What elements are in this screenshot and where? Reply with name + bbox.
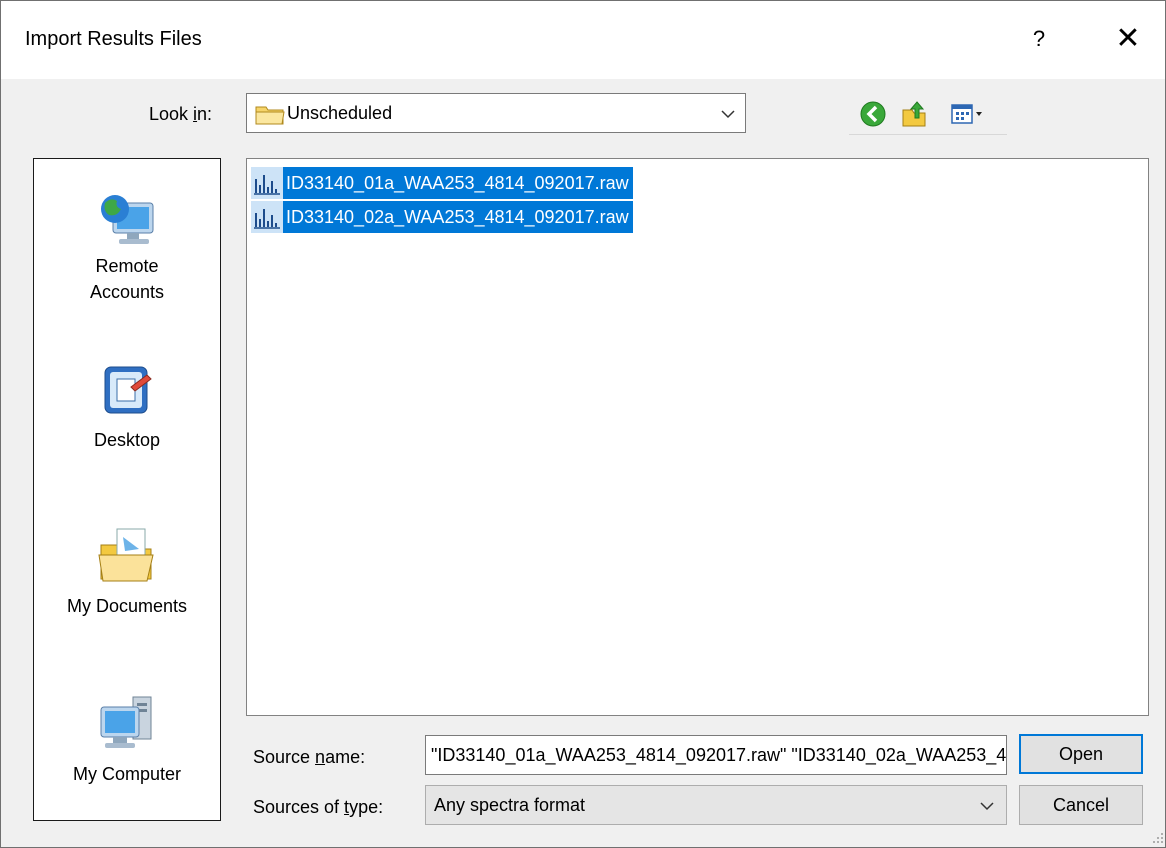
- place-label: My Documents: [66, 596, 188, 616]
- source-name-label: Source name:: [253, 747, 366, 767]
- title-bar: Import Results Files ? ✕: [1, 1, 1165, 79]
- place-remote-accounts[interactable]: Remote Accounts: [34, 183, 220, 313]
- place-label: My Computer: [72, 764, 182, 784]
- look-in-dropdown[interactable]: Unscheduled: [246, 93, 746, 133]
- file-name: ID33140_02a_WAA253_4814_092017.raw: [283, 201, 633, 233]
- chevron-down-icon: [721, 110, 735, 119]
- place-label: Remote Accounts: [89, 256, 165, 302]
- place-desktop[interactable]: Desktop: [34, 357, 220, 457]
- my-documents-icon: [98, 528, 154, 582]
- remote-accounts-icon: [101, 195, 154, 244]
- sources-of-type-value: Any spectra format: [434, 795, 586, 815]
- places-bar: Remote Accounts Desktop My Documents My …: [33, 158, 221, 821]
- place-my-documents[interactable]: My Documents: [34, 523, 220, 623]
- import-results-dialog: Import Results Files ? ✕ Look in: Unsche…: [0, 0, 1166, 848]
- sources-of-type-label: Sources of type:: [253, 797, 384, 817]
- navigation-toolbar: [849, 94, 1007, 135]
- sources-of-type-dropdown[interactable]: Any spectra format: [425, 785, 1007, 825]
- chevron-down-icon: [980, 802, 994, 811]
- folder-icon: [255, 106, 285, 125]
- view-menu-icon[interactable]: [949, 98, 989, 130]
- look-in-value: Unscheduled: [287, 103, 393, 123]
- spectrum-file-icon: [251, 167, 283, 199]
- up-folder-icon[interactable]: [899, 98, 931, 130]
- place-label: Desktop: [93, 430, 161, 450]
- desktop-icon: [104, 366, 152, 414]
- source-name-value: "ID33140_01a_WAA253_4814_092017.raw" "ID…: [431, 745, 1007, 765]
- place-my-computer[interactable]: My Computer: [34, 691, 220, 791]
- back-icon[interactable]: [857, 98, 889, 130]
- source-name-input[interactable]: "ID33140_01a_WAA253_4814_092017.raw" "ID…: [425, 735, 1007, 775]
- cancel-button[interactable]: Cancel: [1019, 785, 1143, 825]
- file-name: ID33140_01a_WAA253_4814_092017.raw: [283, 167, 633, 199]
- resize-grip-icon[interactable]: [1149, 829, 1165, 845]
- look-in-label: Look in:: [149, 104, 213, 124]
- close-button[interactable]: ✕: [1106, 19, 1150, 59]
- open-button[interactable]: Open: [1019, 734, 1143, 774]
- spectrum-file-icon: [251, 201, 283, 233]
- my-computer-icon: [100, 696, 152, 748]
- help-button[interactable]: ?: [1019, 19, 1059, 59]
- file-list[interactable]: ID33140_01a_WAA253_4814_092017.raw ID331…: [246, 158, 1149, 716]
- dialog-title: Import Results Files: [25, 28, 202, 50]
